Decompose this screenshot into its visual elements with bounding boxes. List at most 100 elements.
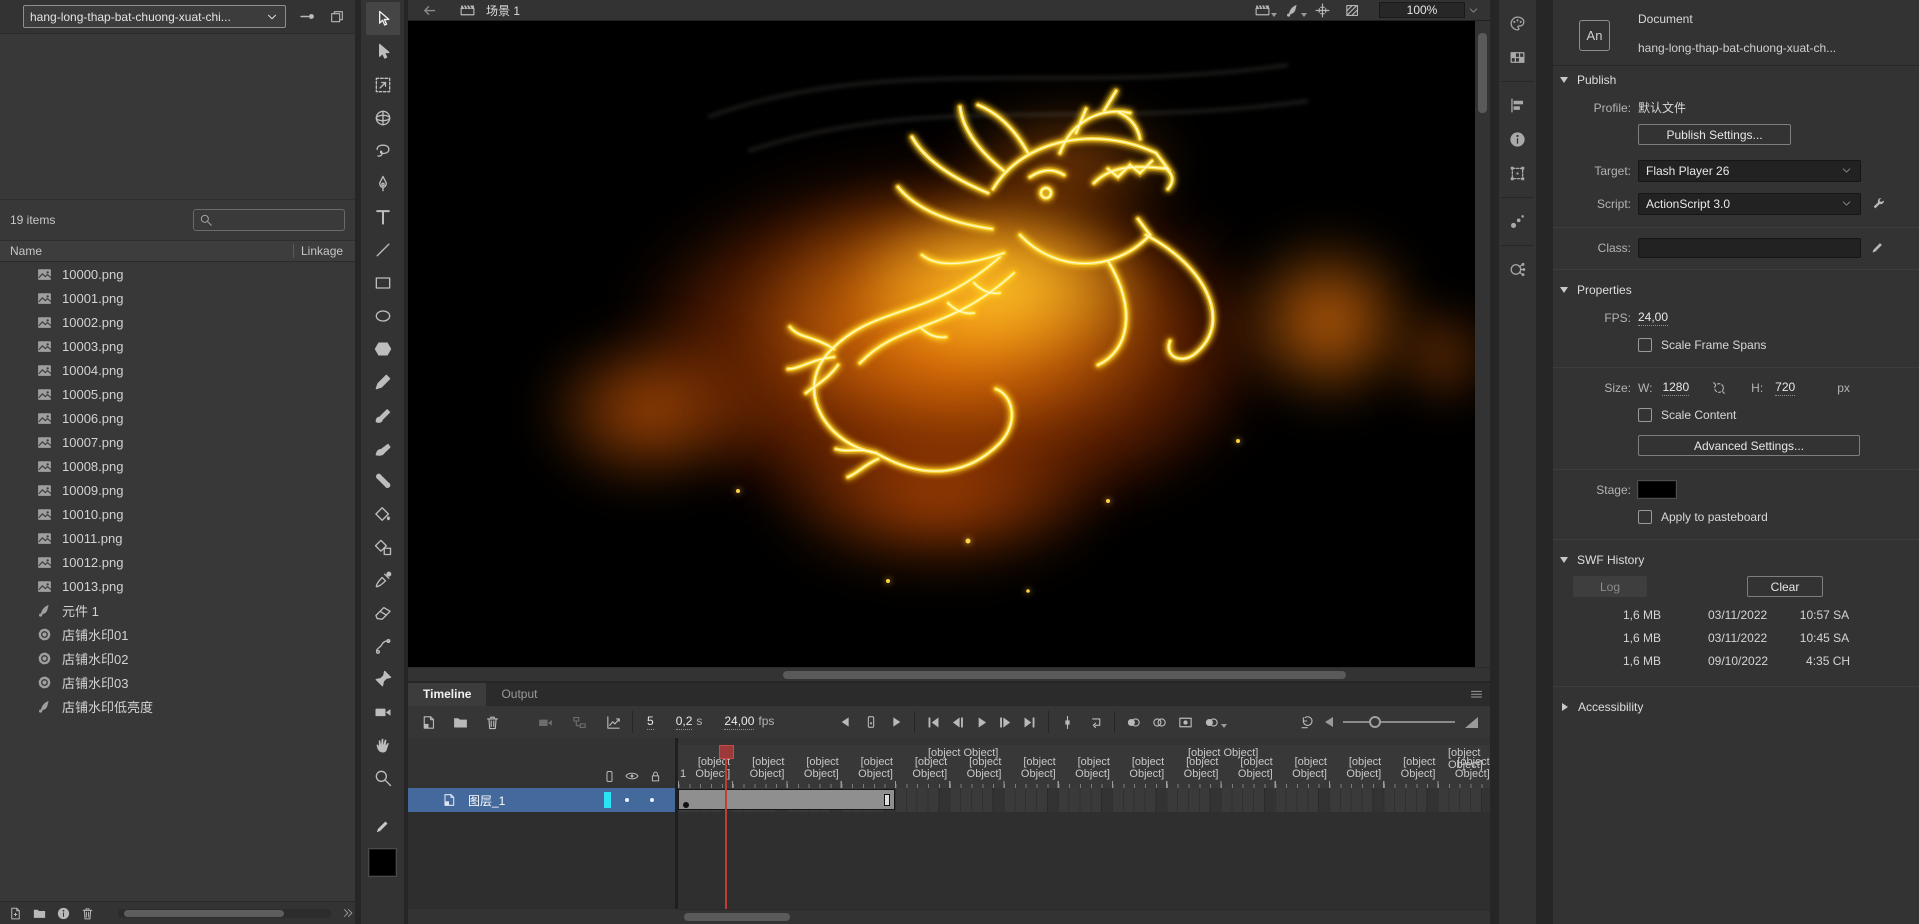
current-frame-value[interactable]: 5 — [647, 714, 654, 730]
zoom-in-frames-icon[interactable] — [1465, 717, 1478, 728]
delete-item-button[interactable] — [80, 906, 95, 921]
publish-section-header[interactable]: Publish — [1553, 66, 1919, 94]
width-value[interactable]: 1280 — [1662, 380, 1689, 396]
list-item[interactable]: 10004.png — [0, 358, 355, 382]
panel-menu-button[interactable] — [1469, 687, 1484, 702]
line-tool[interactable] — [366, 233, 400, 266]
edit-script-settings-button[interactable] — [1870, 196, 1886, 212]
layer-visibility-dot[interactable] — [625, 798, 629, 802]
apply-to-pasteboard-checkbox[interactable] — [1638, 510, 1652, 524]
step-forward-button[interactable] — [997, 714, 1014, 731]
scrollbar-thumb[interactable] — [124, 910, 284, 917]
library-search-input[interactable] — [193, 209, 345, 231]
list-item[interactable]: 10007.png — [0, 430, 355, 454]
oval-tool[interactable] — [366, 299, 400, 332]
class-input[interactable] — [1638, 238, 1861, 258]
scene-name[interactable]: 场景 1 — [486, 2, 520, 19]
stage-canvas[interactable] — [408, 21, 1475, 667]
link-dimensions-button[interactable] — [1711, 380, 1727, 396]
eye-icon[interactable] — [624, 768, 640, 784]
swf-history-section-header[interactable]: SWF History — [1553, 546, 1919, 574]
fill-color-swatch[interactable] — [369, 849, 396, 876]
height-value[interactable]: 720 — [1775, 380, 1795, 396]
camera-tool[interactable] — [366, 695, 400, 728]
pin-tool[interactable] — [366, 662, 400, 695]
stage-vertical-scrollbar[interactable] — [1475, 21, 1490, 667]
ink-bottle-tool[interactable] — [366, 530, 400, 563]
rotation-3d-tool[interactable] — [366, 101, 400, 134]
list-item[interactable]: 10006.png — [0, 406, 355, 430]
list-item[interactable]: 10011.png — [0, 526, 355, 550]
subselection-tool[interactable] — [366, 35, 400, 68]
log-button[interactable]: Log — [1573, 576, 1647, 597]
list-item[interactable]: 店铺水印03 — [0, 670, 355, 694]
list-item[interactable]: 店铺水印低亮度 — [0, 694, 355, 718]
zoom-tool[interactable] — [366, 761, 400, 794]
free-transform-tool[interactable] — [366, 68, 400, 101]
scrollbar-thumb[interactable] — [1478, 33, 1487, 113]
brush-library-panel-icon[interactable] — [1499, 204, 1536, 238]
lock-icon[interactable] — [648, 769, 663, 784]
clip-to-stage-button[interactable] — [1344, 2, 1361, 19]
stage-horizontal-scrollbar[interactable] — [408, 667, 1490, 681]
list-item[interactable]: 店铺水印01 — [0, 622, 355, 646]
insert-layer-button[interactable] — [420, 714, 437, 731]
chevrons-right-icon[interactable] — [341, 906, 355, 920]
timeline-ruler[interactable]: [object Object][object Object][object Ob… — [678, 745, 1490, 788]
paint-brush-tool[interactable] — [366, 431, 400, 464]
edit-class-button[interactable] — [1870, 240, 1885, 255]
reset-timeline-zoom-button[interactable] — [1299, 714, 1315, 730]
edit-scene-button[interactable] — [1254, 2, 1271, 19]
scrollbar-thumb[interactable] — [684, 913, 790, 921]
timeline-zoom-slider[interactable] — [1343, 716, 1455, 728]
script-dropdown[interactable]: ActionScript 3.0 — [1638, 193, 1861, 215]
list-item[interactable]: 10012.png — [0, 550, 355, 574]
layer-color-swatch[interactable] — [604, 792, 611, 808]
panel-tab[interactable]: Output — [486, 683, 552, 706]
list-item[interactable]: 元件 1 — [0, 598, 355, 622]
publish-settings-button[interactable]: Publish Settings... — [1638, 124, 1791, 145]
list-item[interactable]: 10005.png — [0, 382, 355, 406]
new-folder-button[interactable] — [452, 714, 469, 731]
rectangle-tool[interactable] — [366, 266, 400, 299]
stage-zoom-dropdown[interactable]: 100% — [1379, 2, 1465, 18]
color-panel-icon[interactable] — [1499, 6, 1536, 40]
loop-playback-button[interactable] — [1087, 714, 1104, 731]
fps-value[interactable]: 24,00 — [724, 714, 754, 730]
library-horizontal-scrollbar[interactable] — [118, 909, 331, 918]
target-dropdown[interactable]: Flash Player 26 — [1638, 160, 1861, 182]
show-parenting-button[interactable] — [571, 714, 588, 731]
layer-lock-dot[interactable] — [650, 798, 654, 802]
clear-button[interactable]: Clear — [1747, 576, 1823, 597]
add-camera-button[interactable] — [537, 714, 554, 731]
onion-back-button[interactable] — [838, 714, 854, 730]
delete-layer-button[interactable] — [484, 714, 501, 731]
polystar-tool[interactable] — [366, 332, 400, 365]
elapsed-time-value[interactable]: 0,2 — [676, 714, 693, 730]
properties-section-header[interactable]: Properties — [1553, 276, 1919, 304]
selection-tool[interactable] — [366, 2, 400, 35]
info-panel-icon[interactable] — [1499, 122, 1536, 156]
edit-multiple-frames-button[interactable] — [1177, 714, 1194, 731]
list-item[interactable]: 10013.png — [0, 574, 355, 598]
bone-tool[interactable] — [366, 464, 400, 497]
hand-tool[interactable] — [366, 728, 400, 761]
timeline-horizontal-scrollbar[interactable] — [678, 909, 1490, 924]
scale-content-checkbox[interactable] — [1638, 408, 1652, 422]
back-button[interactable] — [422, 3, 437, 18]
list-item[interactable]: 10009.png — [0, 478, 355, 502]
paint-bucket-tool[interactable] — [366, 497, 400, 530]
go-first-frame-button[interactable] — [925, 714, 942, 731]
outline-column-icon[interactable] — [602, 769, 617, 784]
linkage-column-header[interactable]: Linkage — [301, 244, 343, 258]
onion-outlines-button[interactable] — [1151, 714, 1168, 731]
transform-panel-icon[interactable] — [1499, 156, 1536, 190]
name-column-header[interactable]: Name — [0, 244, 42, 258]
new-folder-button[interactable] — [32, 906, 47, 921]
document-switcher-dropdown[interactable]: hang-long-thap-bat-chuong-xuat-chi... — [23, 5, 286, 28]
edit-symbols-button[interactable] — [1284, 2, 1301, 19]
brush-tool[interactable] — [366, 398, 400, 431]
text-tool[interactable] — [366, 200, 400, 233]
modify-markers-button[interactable] — [1203, 714, 1220, 731]
frame-span[interactable] — [678, 789, 895, 810]
